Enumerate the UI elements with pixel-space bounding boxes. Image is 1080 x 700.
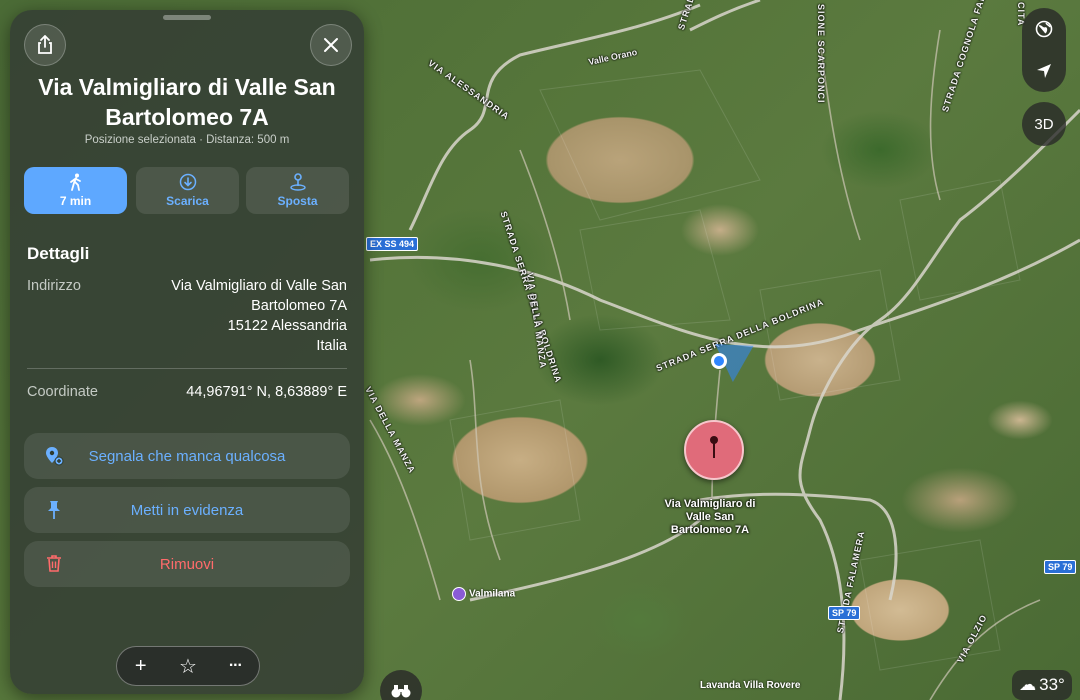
close-icon	[324, 38, 338, 52]
add-place-icon	[44, 446, 64, 466]
download-icon	[136, 173, 239, 191]
report-missing-button[interactable]: Segnala che manca qualcosa	[24, 433, 350, 479]
divider	[27, 368, 347, 369]
more-options-icon[interactable]: ···	[215, 657, 255, 675]
road-shield: SP 79	[828, 606, 861, 620]
walk-directions-button[interactable]: 7 min	[24, 167, 127, 214]
close-button[interactable]	[310, 24, 352, 66]
3d-toggle-button[interactable]: 3D	[1022, 102, 1066, 146]
pushpin-icon	[44, 500, 64, 520]
road-shield: EX SS 494	[366, 237, 419, 251]
move-label: Sposta	[277, 194, 318, 208]
poi-marker[interactable]: Lavanda Villa Rovere	[700, 680, 800, 691]
weather-widget[interactable]: ☁ 33°	[1012, 670, 1072, 700]
road-shield: SP 79	[1044, 560, 1077, 574]
road-label: SIONE SCARPONCI	[816, 4, 826, 104]
address-label: Indirizzo	[27, 278, 81, 294]
drag-handle[interactable]	[163, 15, 211, 20]
location-arrow-icon[interactable]	[1022, 50, 1066, 92]
place-title: Via Valmigliaro di Valle San Bartolomeo …	[38, 74, 336, 130]
move-pin-icon	[246, 173, 349, 191]
address-line[interactable]: Bartolomeo 7A	[251, 298, 347, 314]
walk-icon	[24, 173, 127, 191]
address-line[interactable]: Italia	[316, 338, 347, 354]
coordinates-value[interactable]: 44,96791° N, 8,63889° E	[186, 384, 347, 400]
poi-icon	[452, 587, 466, 601]
report-missing-label: Segnala che manca qualcosa	[88, 447, 286, 465]
favorite-star-icon[interactable]: ☆	[168, 654, 208, 679]
cloud-icon: ☁	[1019, 675, 1037, 694]
poi-marker[interactable]: Valmilana	[452, 587, 515, 601]
pin-favorite-label: Metti in evidenza	[130, 501, 244, 519]
poi-label: Lavanda Villa Rovere	[700, 680, 801, 691]
remove-label: Rimuovi	[159, 555, 215, 573]
poi-label: Valmilana	[469, 588, 516, 600]
share-icon	[38, 35, 52, 54]
address-line[interactable]: 15122 Alessandria	[228, 318, 347, 334]
map-controls	[1022, 8, 1066, 92]
globe-icon[interactable]	[1022, 8, 1066, 50]
download-button[interactable]: Scarica	[136, 167, 239, 214]
move-pin-button[interactable]: Sposta	[246, 167, 349, 214]
add-icon[interactable]: +	[121, 655, 161, 678]
place-card: Via Valmigliaro di Valle San Bartolomeo …	[10, 10, 364, 694]
remove-button[interactable]: Rimuovi	[24, 541, 350, 587]
trash-icon	[44, 554, 64, 574]
place-subtitle: Posizione selezionata · Distanza: 500 m	[84, 134, 290, 146]
download-label: Scarica	[166, 194, 209, 208]
bottom-toolbar: + ☆ ···	[116, 646, 260, 686]
pin-favorite-button[interactable]: Metti in evidenza	[24, 487, 350, 533]
coordinates-label: Coordinate	[27, 384, 98, 400]
dropped-pin-marker[interactable]	[684, 420, 744, 480]
current-location-dot[interactable]	[711, 353, 727, 369]
share-button[interactable]	[24, 24, 66, 66]
walk-time-label: 7 min	[59, 194, 92, 208]
address-line[interactable]: Via Valmigliaro di Valle San	[171, 278, 347, 294]
temperature: 33°	[1039, 675, 1065, 694]
pin-label: Via Valmigliaro di Valle San Bartolomeo …	[664, 498, 756, 536]
details-heading: Dettagli	[27, 244, 90, 263]
